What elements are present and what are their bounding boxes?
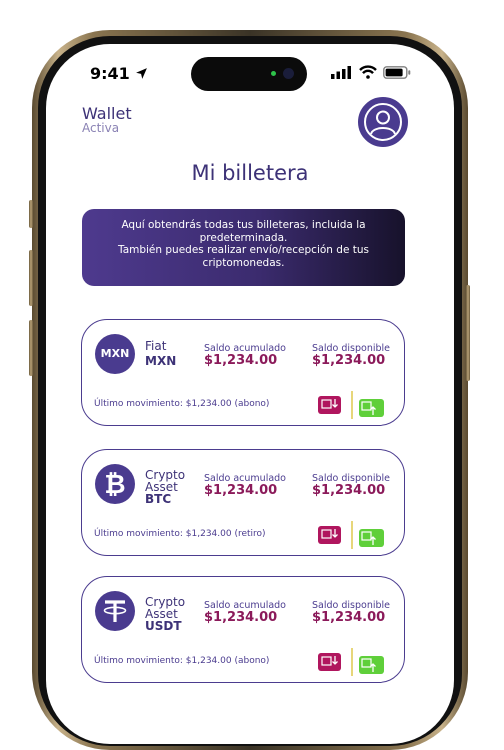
send-button[interactable]: [359, 656, 384, 674]
profile-avatar-button[interactable]: [358, 97, 408, 147]
banner-line-1: Aquí obtendrás todas tus billeteras, inc…: [121, 219, 366, 244]
action-divider: [351, 521, 353, 549]
page-title: Mi billetera: [191, 161, 309, 185]
saldo-acumulado-amount: $1,234.00: [204, 610, 278, 625]
user-icon: [364, 103, 402, 141]
last-movement: Último movimiento: $1,234.00 (retiro): [94, 529, 266, 539]
wallet-code: BTC: [145, 492, 172, 506]
wallet-code: USDT: [145, 619, 182, 633]
receive-button[interactable]: [318, 526, 341, 544]
app-screen: 9:41 Wallet Activa Mi billetera Aquí obt…: [46, 44, 454, 744]
tether-icon: [95, 591, 135, 631]
inbox-arrow-icon: [321, 529, 338, 539]
bitcoin-icon: ₿: [95, 464, 135, 504]
privacy-indicator-icon: [271, 71, 276, 76]
last-movement: Último movimiento: $1,234.00 (abono): [94, 656, 270, 666]
outbox-arrow-icon: [361, 401, 376, 415]
action-divider: [351, 648, 353, 676]
saldo-disponible-amount: $1,234.00: [312, 353, 386, 368]
send-button[interactable]: [359, 529, 384, 547]
action-divider: [351, 391, 353, 419]
wifi-icon: [359, 65, 377, 79]
front-camera: [283, 68, 294, 79]
status-time: 9:41: [90, 64, 148, 83]
receive-button[interactable]: [318, 396, 341, 414]
wallet-code: MXN: [145, 354, 177, 368]
mute-switch: [29, 200, 33, 228]
saldo-disponible-amount: $1,234.00: [312, 610, 386, 625]
saldo-acumulado-amount: $1,234.00: [204, 353, 278, 368]
send-button[interactable]: [359, 399, 384, 417]
saldo-disponible-amount: $1,234.00: [312, 483, 386, 498]
volume-up-button: [29, 250, 33, 306]
outbox-arrow-icon: [361, 531, 376, 545]
wallet-type: Fiat: [145, 339, 167, 353]
wallet-status: Activa: [82, 121, 120, 135]
power-button: [466, 285, 470, 381]
volume-down-button: [29, 320, 33, 376]
cellular-signal-icon: [331, 66, 351, 79]
wallet-card-usdt[interactable]: Crypto Asset USDT Saldo acumulado $1,234…: [81, 576, 405, 683]
svg-text:₿: ₿: [104, 470, 125, 500]
receive-button[interactable]: [318, 653, 341, 671]
wallet-card-btc[interactable]: ₿ Crypto Asset BTC Saldo acumulado $1,23…: [81, 449, 405, 556]
outbox-arrow-icon: [361, 658, 376, 672]
location-arrow-icon: [136, 68, 148, 79]
status-icons: [331, 65, 421, 80]
saldo-acumulado-amount: $1,234.00: [204, 483, 278, 498]
battery-icon: [383, 66, 411, 79]
mxn-badge-icon: MXN: [95, 334, 135, 374]
banner-line-2: También puedes realizar envío/recepción …: [118, 244, 369, 269]
wallet-type: Crypto Asset: [145, 468, 186, 494]
inbox-arrow-icon: [321, 399, 338, 409]
dynamic-island: [191, 57, 307, 91]
inbox-arrow-icon: [321, 656, 338, 666]
wallet-type: Crypto Asset: [145, 595, 186, 621]
info-banner: Aquí obtendrás todas tus billeteras, inc…: [82, 209, 405, 286]
wallet-card-mxn[interactable]: MXN Fiat MXN Saldo acumulado $1,234.00 S…: [81, 319, 405, 426]
last-movement: Último movimiento: $1,234.00 (abono): [94, 399, 270, 409]
